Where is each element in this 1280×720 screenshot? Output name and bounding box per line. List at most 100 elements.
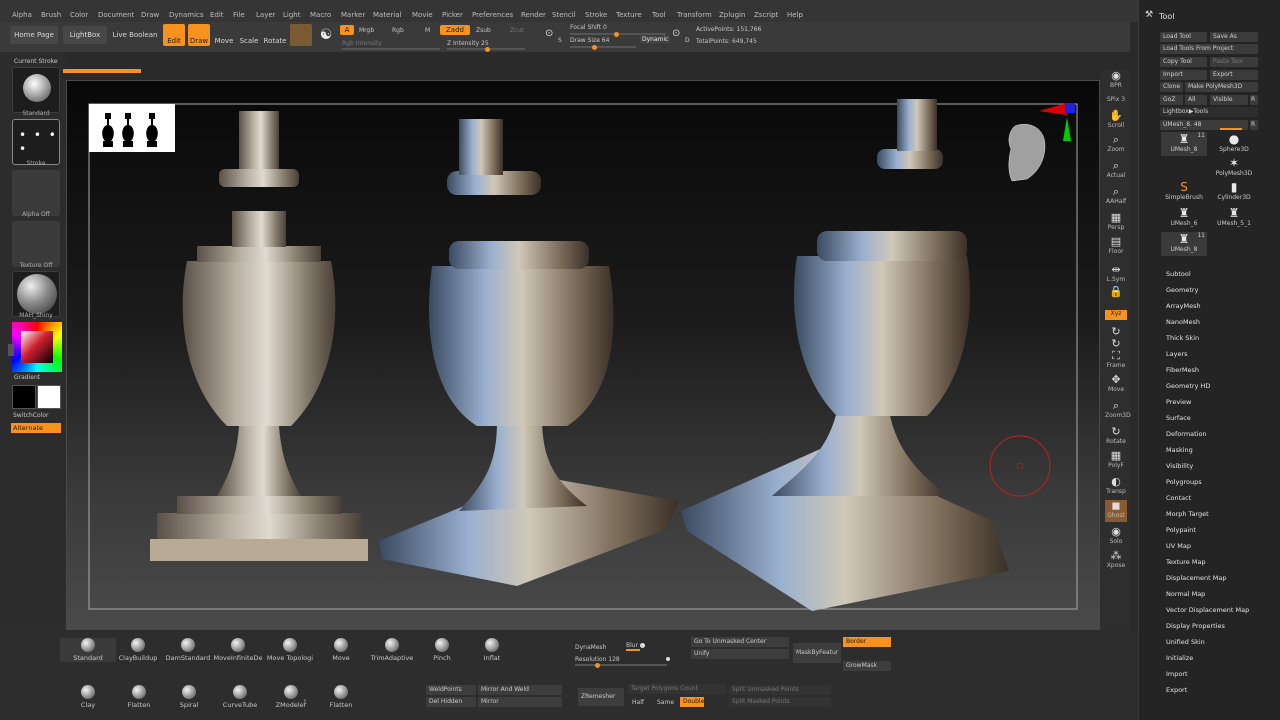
menu-item-preferences[interactable]: Preferences [472, 11, 513, 19]
section-polypaint[interactable]: Polypaint [1166, 526, 1196, 534]
growmask-button[interactable]: GrowMask [843, 661, 891, 671]
color-square[interactable] [21, 331, 53, 363]
section-layers[interactable]: Layers [1166, 350, 1188, 358]
focal-shift-slider[interactable] [570, 31, 666, 37]
blur-toggle[interactable] [640, 643, 645, 648]
texture-thumbnail[interactable] [12, 221, 60, 267]
menu-item-zscript[interactable]: Zscript [754, 11, 778, 19]
menu-item-movie[interactable]: Movie [412, 11, 433, 19]
brush-claybuildup[interactable]: ClayBuildup [110, 638, 166, 662]
rightbar-aahalf-button[interactable]: ⌕ AAHalf [1105, 186, 1127, 208]
tool-cell-4[interactable]: S SimpleBrush [1161, 180, 1207, 204]
draw-button[interactable]: Draw [188, 24, 210, 46]
menu-item-stroke[interactable]: Stroke [585, 11, 607, 19]
section-vector-displacement-map[interactable]: Vector Displacement Map [1166, 606, 1249, 614]
rightbar-solo-button[interactable]: ◉ Solo [1105, 526, 1127, 548]
split-unmasked-button[interactable]: Split Unmasked Points [729, 685, 831, 695]
menu-item-draw[interactable]: Draw [141, 11, 159, 19]
all-button[interactable]: All [1185, 95, 1207, 105]
target-polygons-slider[interactable]: Target Polygons Count [628, 684, 726, 694]
brush-move[interactable]: Move [313, 638, 369, 662]
umesh-slider[interactable]: UMesh_8. 48 [1160, 120, 1248, 130]
rgb-intensity-slider[interactable] [342, 48, 440, 50]
brush2-curvetube[interactable]: CurveTube [212, 685, 268, 709]
save-as-button[interactable]: Save As [1210, 32, 1258, 42]
rightbar-zoom3d-button[interactable]: ⌕ Zoom3D [1105, 400, 1131, 422]
mirror-and-weld-button[interactable]: Mirror And Weld [478, 685, 562, 695]
same-button[interactable]: Same [657, 699, 674, 706]
brush-pinch[interactable]: Pinch [414, 638, 470, 662]
brush-inflat[interactable]: Inflat [464, 638, 520, 662]
load-tool-button[interactable]: Load Tool [1160, 32, 1207, 42]
menu-item-tool[interactable]: Tool [652, 11, 666, 19]
section-subtool[interactable]: Subtool [1166, 270, 1191, 278]
rightbar-zoom-button[interactable]: ⌕ Zoom [1105, 134, 1127, 156]
zsub-button[interactable]: Zsub [476, 27, 491, 34]
menu-item-edit[interactable]: Edit [210, 11, 224, 19]
resolution-slider[interactable] [575, 662, 667, 668]
menu-item-marker[interactable]: Marker [341, 11, 365, 19]
menu-item-light[interactable]: Light [283, 11, 300, 19]
dynamesh-button[interactable]: DynaMesh [575, 644, 606, 651]
section-deformation[interactable]: Deformation [1166, 430, 1207, 438]
blur-slider[interactable] [626, 649, 640, 651]
tool-cell-6[interactable]: ♜ UMesh_6 [1161, 206, 1207, 230]
menu-item-document[interactable]: Document [98, 11, 134, 19]
menu-item-transform[interactable]: Transform [677, 11, 712, 19]
tool-cell-7[interactable]: ♜ UMesh_5_1 [1211, 206, 1257, 230]
rightbar-xyz-button[interactable]: Xyz [1105, 310, 1127, 320]
color-picker[interactable] [12, 322, 62, 372]
menu-item-texture[interactable]: Texture [616, 11, 642, 19]
rightbar-scroll-button[interactable]: ✋ Scroll [1105, 110, 1127, 132]
double-button[interactable]: Double [680, 697, 704, 707]
clone-button[interactable]: Clone [1160, 82, 1183, 92]
m-button[interactable]: M [425, 27, 430, 34]
menu-item-render[interactable]: Render [521, 11, 546, 19]
rightbar-lsym-button[interactable]: ⇹ L.Sym [1105, 264, 1127, 286]
section-display-properties[interactable]: Display Properties [1166, 622, 1225, 630]
unify-button[interactable]: Unify [691, 649, 789, 659]
weldpoints-button[interactable]: WeldPoints [426, 685, 476, 695]
dynamic-toggle[interactable]: Dynamic [640, 36, 671, 43]
primary-color-swatch[interactable] [12, 385, 36, 409]
brush2-flatten[interactable]: Flatten [313, 685, 369, 709]
brush-standard[interactable]: Standard [60, 638, 116, 662]
tool-cell-5[interactable]: ▮ Cylinder3D [1211, 180, 1257, 204]
draw-size-slider[interactable] [570, 44, 636, 50]
tool-cell-8[interactable]: ♜ UMesh_8 11 [1161, 232, 1207, 256]
brush-thumbnail[interactable] [12, 67, 60, 113]
section-initialize[interactable]: Initialize [1166, 654, 1193, 662]
rgb-button[interactable]: Rgb [392, 27, 404, 34]
menu-item-material[interactable]: Material [373, 11, 401, 19]
menu-item-brush[interactable]: Brush [41, 11, 61, 19]
z-intensity-slider[interactable] [447, 46, 525, 52]
canvas-viewport[interactable] [66, 80, 1100, 630]
tool-cell-3[interactable]: ✶ PolyMesh3D [1211, 156, 1257, 180]
alternate-button[interactable]: Alternate [11, 423, 61, 433]
brush-trimadaptive[interactable]: TrimAdaptive [364, 638, 420, 662]
move-mode-button[interactable]: Move [213, 24, 235, 46]
section-normal-map[interactable]: Normal Map [1166, 590, 1205, 598]
lightbox-tools-button[interactable]: Lightbox▶Tools [1160, 107, 1258, 117]
brush2-flatten[interactable]: Flatten [111, 685, 167, 709]
stroke-thumbnail[interactable]: • • • • [12, 119, 60, 165]
a-toggle[interactable]: A [340, 25, 354, 35]
resolution-knob[interactable] [595, 662, 600, 668]
menu-item-alpha[interactable]: Alpha [12, 11, 32, 19]
live-boolean-button[interactable]: Live Boolean [111, 26, 159, 44]
rightbar-persp-button[interactable]: ▦ Persp [1105, 212, 1127, 234]
spiral-icon[interactable]: ☯ [315, 24, 337, 46]
rightbar-polyf-button[interactable]: ▦ PolyF [1105, 450, 1127, 472]
visible-button[interactable]: Visible [1210, 95, 1248, 105]
material-thumbnail[interactable] [12, 271, 60, 317]
border-toggle[interactable]: Border [843, 637, 891, 647]
section-uv-map[interactable]: UV Map [1166, 542, 1191, 550]
brush2-clay[interactable]: Clay [60, 685, 116, 709]
brush2-spiral[interactable]: Spiral [161, 685, 217, 709]
rightbar-actual-button[interactable]: ⌕ Actual [1105, 160, 1127, 182]
half-button[interactable]: Half [632, 699, 644, 706]
brush-move-topologi[interactable]: Move Topologi [262, 638, 318, 662]
tool-cell-1[interactable]: ● Sphere3D [1211, 132, 1257, 156]
menu-item-macro[interactable]: Macro [310, 11, 331, 19]
color-side-handle[interactable] [8, 344, 14, 356]
